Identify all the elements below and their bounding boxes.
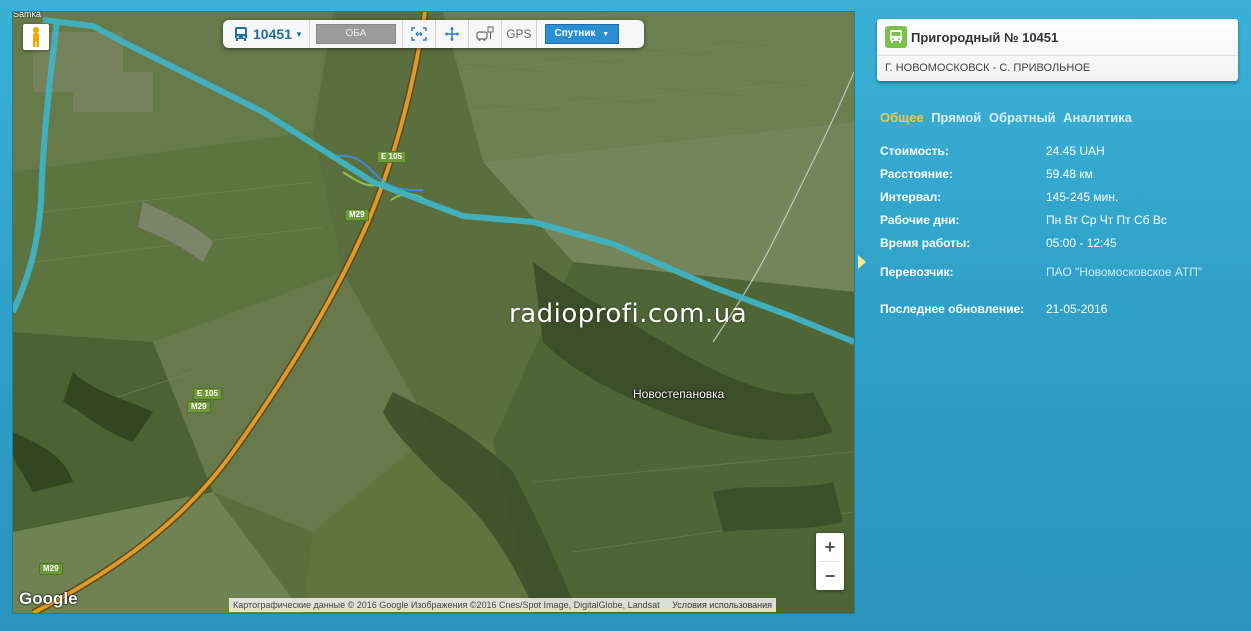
info-label: Интервал: [880, 189, 942, 204]
info-label: Расстояние: [880, 166, 954, 181]
info-value: Пн Вт Ср Чт Пт Сб Вс [1046, 212, 1167, 227]
tab-general[interactable]: Общее [880, 110, 924, 125]
info-label: Время работы: [880, 235, 971, 250]
info-row-updated: Последнее обновление: 21-05-2016 [880, 290, 1240, 328]
pan-button[interactable] [434, 20, 468, 48]
vehicles-button[interactable] [467, 20, 501, 48]
panel-toggle-arrow[interactable] [858, 255, 866, 269]
tab-analytics[interactable]: Аналитика [1063, 110, 1132, 125]
gps-button[interactable]: GPS [500, 20, 537, 48]
bus-stops-icon [476, 26, 494, 41]
chevron-down-icon: ▼ [602, 31, 610, 38]
info-row-interval: Интервал: 145-245 мин. [880, 185, 1240, 208]
route-card-header: Пригородный № 10451 [877, 19, 1238, 56]
route-number: 10451 [253, 26, 292, 42]
route-select[interactable]: 10451 ▼ [223, 20, 310, 48]
info-label: Последнее обновление: [880, 302, 1025, 316]
zoom-control: + − [816, 533, 844, 590]
attribution-text: Картографические данные © 2016 Google Из… [233, 600, 660, 610]
bus-icon [885, 26, 907, 48]
map-attribution: Картографические данные © 2016 Google Из… [229, 598, 777, 612]
route-title: Пригородный № 10451 [911, 29, 1059, 45]
info-label: Стоимость: [880, 143, 949, 158]
map-corner-label: Samka [13, 11, 42, 19]
route-card: Пригородный № 10451 Г. НОВОМОСКОВСК - С.… [877, 19, 1238, 81]
road-label-m29: M29 [39, 563, 63, 575]
fit-bounds-icon [411, 27, 427, 41]
zoom-in-button[interactable]: + [816, 533, 844, 561]
info-value: 05:00 - 12:45 [1046, 235, 1117, 250]
place-label: Новостепановка [633, 387, 725, 401]
info-value: 59.48 км [1046, 166, 1093, 181]
bus-icon [235, 27, 247, 41]
direction-select[interactable]: ОБА [315, 24, 396, 44]
info-label: Перевозчик: [880, 265, 954, 279]
info-value: 145-245 мин. [1046, 189, 1119, 204]
info-value: 24.45 UAH [1046, 143, 1105, 158]
info-row-hours: Время работы: 05:00 - 12:45 [880, 231, 1240, 254]
info-row-distance: Расстояние: 59.48 км [880, 162, 1240, 185]
map-toolbar: 10451 ▼ ОБА GPS Спутник ▼ [223, 20, 644, 48]
info-label: Рабочие дни: [880, 212, 960, 227]
move-arrows-icon [444, 27, 459, 41]
road-label-e105: E 105 [377, 151, 406, 163]
info-tabs: Общее Прямой Обратный Аналитика [880, 110, 1136, 125]
info-row-cost: Стоимость: 24.45 UAH [880, 139, 1240, 162]
map-type-label: Спутник [554, 28, 596, 39]
zoom-out-button[interactable]: − [816, 562, 844, 590]
info-row-workdays: Рабочие дни: Пн Вт Ср Чт Пт Сб Вс [880, 208, 1240, 231]
street-view-pegman[interactable] [23, 24, 49, 50]
route-subtitle: Г. НОВОМОСКОВСК - С. ПРИВОЛЬНОЕ [885, 62, 1091, 74]
terms-link[interactable]: Условия использования [672, 600, 772, 610]
info-value: 21-05-2016 [1046, 302, 1108, 316]
tab-forward[interactable]: Прямой [931, 110, 981, 125]
pegman-icon [33, 27, 39, 47]
map-type-select[interactable]: Спутник ▼ [544, 24, 619, 44]
road-label-m29: M29 [345, 209, 369, 221]
road-label-e105: E 105 [193, 388, 222, 400]
route-info-table: Стоимость: 24.45 UAH Расстояние: 59.48 к… [880, 139, 1240, 328]
google-logo: Google [19, 589, 78, 608]
fit-bounds-button[interactable] [401, 20, 435, 48]
info-row-carrier: Перевозчик: ПАО "Новомосковское АТП" [880, 254, 1240, 290]
chevron-down-icon: ▼ [294, 29, 303, 39]
carrier-link[interactable]: ПАО "Новомосковское АТП" [1046, 254, 1240, 290]
tab-reverse[interactable]: Обратный [989, 110, 1056, 125]
satellite-map[interactable]: Samka E 105 M29 E 105 M29 M29 radioprofi… [12, 11, 855, 614]
road-label-m29: M29 [187, 401, 211, 413]
watermark-text: radioprofi.com.ua [509, 299, 748, 329]
